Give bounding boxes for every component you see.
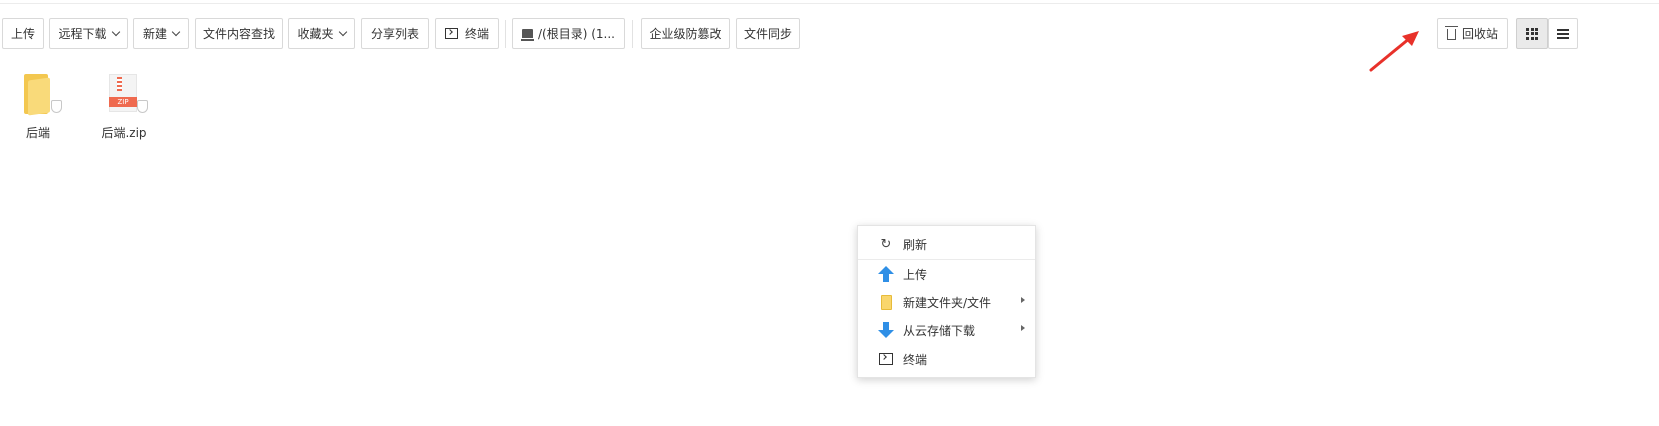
folder-icon: [878, 294, 894, 310]
menu-item-label: 上传: [903, 267, 928, 282]
menu-item-terminal[interactable]: 终端: [858, 346, 1035, 372]
refresh-icon: ↻: [880, 236, 892, 252]
path-button[interactable]: /(根目录) (1...: [512, 18, 625, 49]
grid-view-button[interactable]: [1516, 18, 1548, 49]
content-search-label: 文件内容查找: [202, 27, 275, 41]
tamper-proof-button[interactable]: 企业级防篡改: [641, 18, 730, 49]
toolbar-divider: [632, 20, 633, 48]
disk-icon: [521, 29, 534, 41]
menu-item-refresh[interactable]: ↻ 刷新: [858, 231, 1035, 257]
trash-icon: [1444, 26, 1458, 40]
submenu-arrow-icon: [1021, 325, 1025, 331]
menu-divider: [858, 259, 1035, 260]
menu-item-label: 从云存储下载: [903, 323, 976, 338]
terminal-button[interactable]: 终端: [435, 18, 499, 49]
upload-label: 上传: [10, 27, 35, 41]
remote-download-label: 远程下载: [58, 27, 107, 41]
share-list-label: 分享列表: [370, 27, 419, 41]
menu-item-upload[interactable]: 上传: [858, 261, 1035, 287]
upload-arrow-icon: [878, 266, 894, 282]
new-button[interactable]: 新建: [133, 18, 189, 49]
annotation-arrow: [1369, 31, 1419, 72]
menu-item-label: 终端: [903, 352, 928, 367]
shield-icon: [137, 100, 148, 113]
upload-button[interactable]: 上传: [2, 18, 44, 49]
shield-icon: [51, 100, 62, 113]
new-label: 新建: [142, 27, 167, 41]
grid-view-icon: [1526, 27, 1538, 40]
content-search-button[interactable]: 文件内容查找: [195, 18, 283, 49]
chevron-down-icon: [111, 27, 120, 36]
remote-download-button[interactable]: 远程下载: [49, 18, 128, 49]
download-arrow-icon: [878, 322, 894, 338]
path-label: /(根目录) (1...: [538, 27, 615, 41]
menu-item-label: 刷新: [903, 237, 928, 252]
share-list-button[interactable]: 分享列表: [361, 18, 429, 49]
file-name: 后端.zip: [101, 126, 147, 140]
terminal-icon: [878, 351, 894, 367]
favorites-label: 收藏夹: [297, 27, 334, 41]
menu-item-label: 新建文件夹/文件: [903, 295, 992, 310]
folder-icon: [24, 74, 50, 116]
favorites-button[interactable]: 收藏夹: [288, 18, 355, 49]
toolbar-divider: [505, 20, 506, 48]
recycle-bin-label: 回收站: [1461, 27, 1498, 41]
file-sync-button[interactable]: 文件同步: [736, 18, 800, 49]
tamper-proof-label: 企业级防篡改: [649, 27, 722, 41]
menu-item-cloud-download[interactable]: 从云存储下载: [858, 317, 1035, 343]
zip-badge: ZIP: [109, 97, 137, 107]
top-divider: [0, 3, 1659, 4]
chevron-down-icon: [171, 27, 181, 36]
list-view-icon: [1557, 28, 1569, 39]
recycle-bin-button[interactable]: 回收站: [1437, 18, 1508, 49]
file-name: 后端: [25, 126, 50, 140]
terminal-label: 终端: [464, 27, 489, 41]
chevron-down-icon: [338, 27, 347, 36]
submenu-arrow-icon: [1021, 297, 1025, 303]
zip-file-icon: ZIP: [109, 74, 137, 112]
file-sync-label: 文件同步: [743, 27, 792, 41]
terminal-icon: [444, 28, 458, 39]
menu-item-new-folder-file[interactable]: 新建文件夹/文件: [858, 289, 1035, 315]
list-view-button[interactable]: [1548, 18, 1578, 49]
context-menu: ↻ 刷新 上传 新建文件夹/文件 从云存储下载 终端: [857, 225, 1036, 378]
